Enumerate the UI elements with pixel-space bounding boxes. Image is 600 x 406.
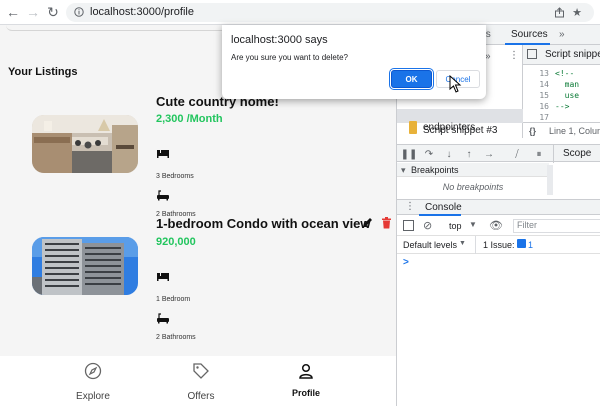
collapse-triangle-icon: ▾ bbox=[401, 165, 406, 175]
bed-icon bbox=[157, 150, 169, 158]
code-line: 13 <!-- bbox=[539, 69, 575, 78]
nav-profile[interactable]: Profile bbox=[271, 356, 341, 406]
address-bar[interactable]: localhost:3000/profile ★ bbox=[66, 3, 594, 22]
tab-console[interactable]: Console bbox=[425, 202, 462, 213]
toggle-navigator-icon[interactable] bbox=[527, 49, 537, 59]
mouse-pointer-icon bbox=[449, 75, 462, 93]
file-item[interactable]: endpointers bbox=[397, 121, 523, 135]
context-selector[interactable]: top bbox=[449, 221, 462, 231]
compass-icon bbox=[84, 362, 102, 380]
bottom-navigation: Explore Offers Profile bbox=[0, 356, 396, 406]
drawer-menu-icon[interactable]: ⋮ bbox=[405, 201, 415, 212]
step-out-icon[interactable]: ↑ bbox=[463, 148, 475, 160]
issue-count[interactable]: 1 bbox=[528, 240, 533, 250]
dialog-title: localhost:3000 says bbox=[231, 34, 328, 46]
vertical-scrollbar[interactable] bbox=[547, 165, 553, 195]
console-toolbar: ⊘ top ▼ 👁 Filter bbox=[397, 216, 600, 236]
share-icon[interactable] bbox=[552, 5, 566, 19]
breakpoints-header[interactable]: ▾ Breakpoints bbox=[397, 163, 549, 177]
listing-title[interactable]: 1-bedroom Condo with ocean view bbox=[156, 216, 371, 231]
filter-input[interactable]: Filter bbox=[513, 219, 600, 233]
breakpoints-empty: No breakpoints bbox=[442, 182, 504, 192]
issue-message-icon bbox=[517, 239, 526, 248]
format-braces-icon[interactable]: {} bbox=[529, 126, 536, 136]
eye-icon[interactable]: 👁 bbox=[489, 219, 503, 232]
listing-price: 920,000 bbox=[156, 236, 196, 248]
clear-console-icon[interactable]: ⊘ bbox=[423, 219, 432, 232]
bookmark-star-icon[interactable]: ★ bbox=[570, 5, 584, 19]
listing-price: 2,300 /Month bbox=[156, 113, 223, 125]
editor-tab[interactable]: Script snippe bbox=[545, 49, 600, 60]
nav-label: Offers bbox=[187, 391, 215, 402]
tab-scope[interactable]: Scope bbox=[563, 148, 591, 159]
step-into-icon[interactable]: ↓ bbox=[443, 148, 455, 160]
nav-explore[interactable]: Explore bbox=[58, 356, 128, 406]
editor-tab-bar: Script snippe bbox=[523, 45, 600, 65]
sidebar-toggle-icon[interactable] bbox=[403, 220, 414, 231]
code-line: 15 use bbox=[539, 91, 580, 100]
pause-icon[interactable]: ❚❚ bbox=[401, 148, 418, 160]
back-arrow-icon[interactable]: ← bbox=[4, 3, 22, 21]
section-title: Your Listings bbox=[8, 66, 78, 78]
ok-button[interactable]: OK bbox=[389, 68, 434, 90]
url-text[interactable]: localhost:3000/profile bbox=[90, 6, 194, 18]
chevron-down-icon: ▼ bbox=[459, 240, 466, 247]
cursor-position: Line 1, Colum bbox=[549, 126, 600, 136]
chevron-down-icon: ▼ bbox=[469, 220, 477, 229]
reload-icon[interactable]: ↻ bbox=[44, 3, 62, 21]
snippet-file-icon bbox=[409, 121, 417, 131]
default-levels-dropdown[interactable]: Default levels bbox=[403, 240, 457, 250]
listing-image[interactable] bbox=[32, 237, 138, 295]
step-icon[interactable]: → bbox=[483, 148, 495, 160]
pause-on-exceptions-icon[interactable]: ⏸ bbox=[533, 148, 545, 160]
bathrooms-count: 2 Bathrooms bbox=[156, 334, 196, 341]
bedrooms-count: 3 Bedrooms bbox=[156, 173, 194, 180]
drawer-tab-bar: ⋮ Console bbox=[397, 199, 600, 216]
confirm-dialog: localhost:3000 says Are you sure you wan… bbox=[222, 25, 486, 99]
bathtub-icon bbox=[157, 190, 169, 201]
delete-trash-icon[interactable] bbox=[381, 217, 392, 229]
bathtub-icon bbox=[157, 313, 169, 324]
tag-icon bbox=[193, 363, 209, 379]
person-icon bbox=[299, 363, 313, 379]
nav-label: Explore bbox=[76, 391, 110, 402]
browser-toolbar: ← → ↻ localhost:3000/profile ★ bbox=[0, 0, 600, 25]
console-prompt[interactable]: > bbox=[403, 257, 409, 268]
debugger-toolbar: ❚❚ ↷ ↓ ↑ → ⧸ ⏸ Scope bbox=[397, 144, 600, 163]
listing-image[interactable] bbox=[32, 115, 138, 173]
step-over-icon[interactable]: ↷ bbox=[423, 148, 435, 160]
issues-label[interactable]: 1 Issue: bbox=[483, 240, 515, 250]
tab-sources[interactable]: Sources bbox=[511, 29, 548, 40]
info-icon[interactable] bbox=[72, 5, 86, 19]
deactivate-breakpoints-icon[interactable]: ⧸ bbox=[511, 148, 523, 160]
kebab-menu-icon[interactable]: ⋮ bbox=[509, 50, 519, 61]
bed-icon bbox=[157, 273, 169, 281]
code-line: 16 --> bbox=[539, 102, 570, 111]
forward-arrow-icon[interactable]: → bbox=[24, 3, 42, 21]
more-tabs-icon[interactable]: » bbox=[559, 29, 565, 40]
nav-offers[interactable]: Offers bbox=[166, 356, 236, 406]
bedrooms-count: 1 Bedroom bbox=[156, 296, 191, 303]
nav-label: Profile bbox=[291, 388, 320, 398]
dialog-message: Are you sure you want to delete? bbox=[231, 53, 348, 62]
levels-bar: Default levels ▼ 1 Issue: 1 bbox=[397, 236, 600, 254]
editor-status-bar: {} Line 1, Colum bbox=[523, 122, 600, 139]
code-line: 14 man bbox=[539, 80, 580, 89]
edit-pencil-icon[interactable] bbox=[362, 216, 374, 228]
